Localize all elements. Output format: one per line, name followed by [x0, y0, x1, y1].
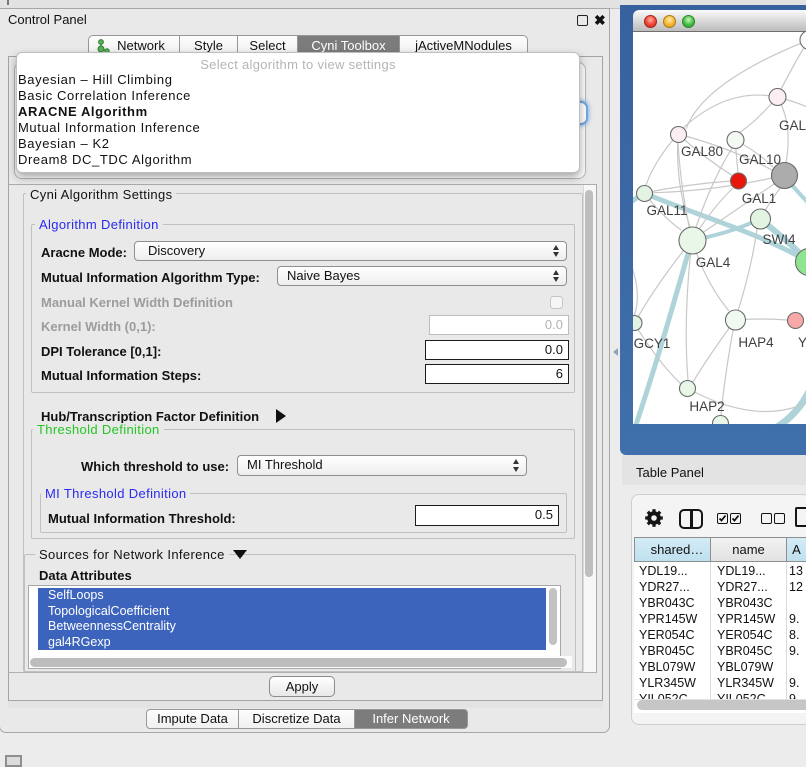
svg-text:GAL11: GAL11: [646, 203, 687, 218]
svg-text:GAL1: GAL1: [742, 191, 777, 206]
svg-text:GAL80: GAL80: [681, 144, 723, 159]
svg-text:HAP2: HAP2: [689, 399, 724, 414]
svg-text:GAL10: GAL10: [739, 152, 781, 167]
svg-text:YM: YM: [798, 335, 806, 350]
svg-text:GAL4: GAL4: [696, 255, 731, 270]
svg-text:SWI4: SWI4: [762, 232, 795, 247]
svg-text:GAL7: GAL7: [779, 118, 806, 133]
svg-text:GCY1: GCY1: [634, 336, 671, 351]
svg-text:HAP4: HAP4: [738, 335, 774, 350]
